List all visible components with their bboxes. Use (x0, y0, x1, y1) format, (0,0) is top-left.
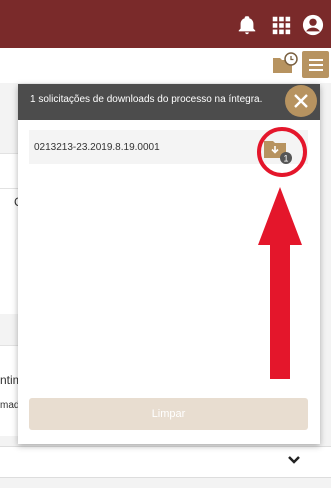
red-arrow (258, 187, 302, 379)
chevron-down-icon[interactable] (286, 452, 302, 468)
bell-icon[interactable] (236, 14, 258, 36)
list-icon (309, 59, 323, 61)
process-number: 0213213-23.2019.8.19.0001 (34, 142, 160, 153)
account-icon[interactable] (302, 14, 324, 36)
background-text: mad (0, 400, 20, 411)
collapsible-row[interactable] (0, 446, 331, 478)
background-row (0, 153, 18, 189)
background-row: C (0, 188, 23, 314)
list-button[interactable] (302, 51, 329, 78)
clear-button[interactable]: Limpar (29, 398, 308, 430)
close-icon (294, 94, 308, 108)
folder-clock-icon[interactable] (272, 52, 298, 76)
downloads-panel-title: 1 solicitações de downloads do processo … (30, 94, 263, 105)
highlight-circle (257, 127, 307, 177)
close-button[interactable] (285, 85, 317, 117)
background-row (0, 345, 18, 436)
apps-grid-icon[interactable] (270, 14, 292, 36)
